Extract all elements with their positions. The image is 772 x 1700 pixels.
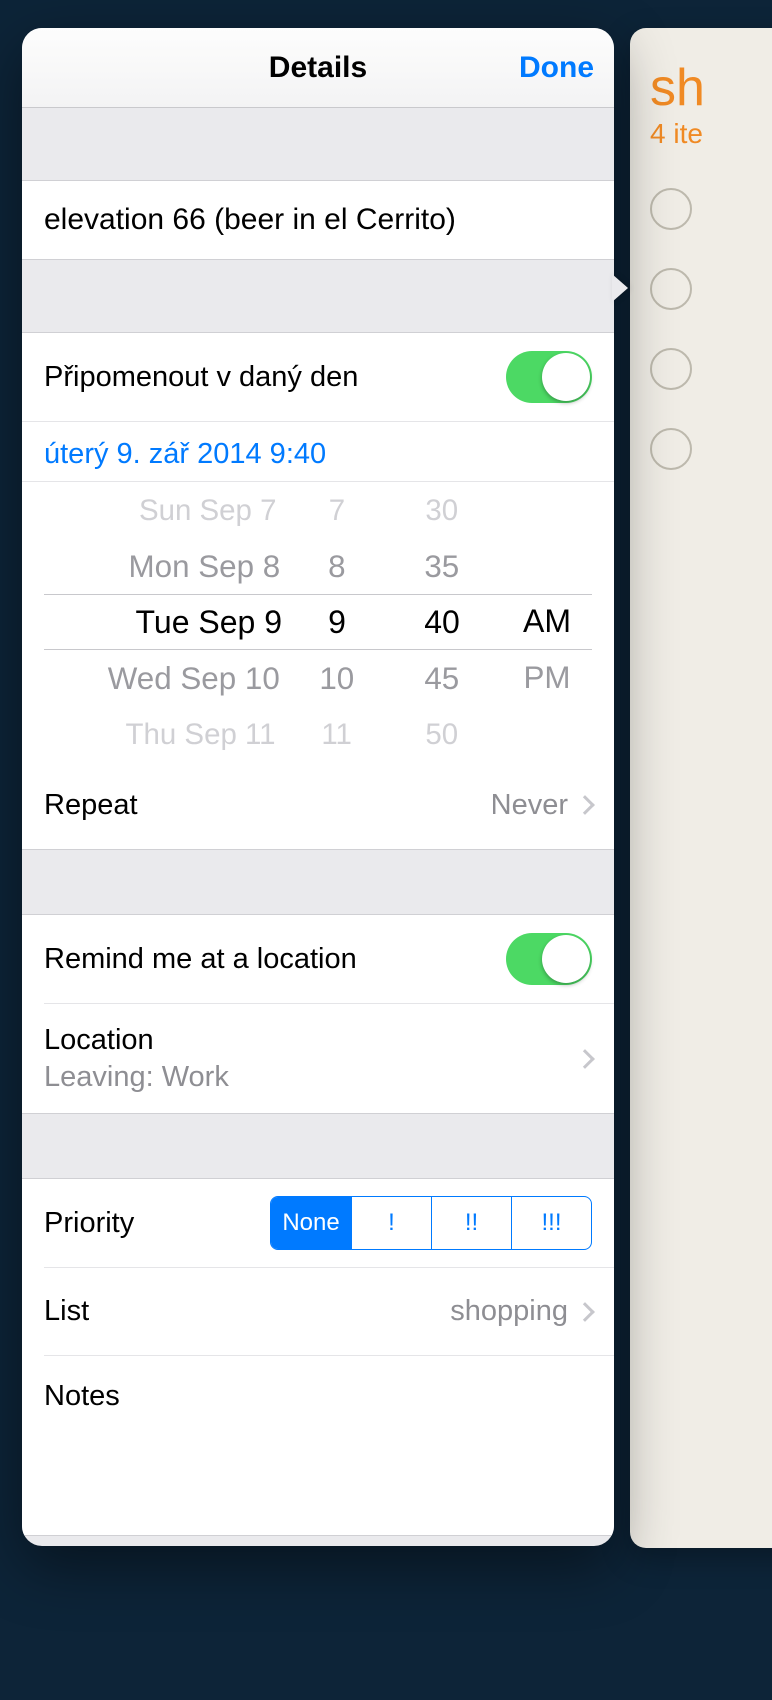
- chevron-right-icon: [575, 1049, 595, 1069]
- repeat-row[interactable]: Repeat Never: [22, 761, 614, 849]
- location-row[interactable]: Location Leaving: Work: [44, 1003, 614, 1113]
- repeat-value: Never: [491, 789, 568, 822]
- remind-on-day-label: Připomenout v daný den: [44, 361, 506, 394]
- priority-label: Priority: [44, 1207, 270, 1240]
- list-title: sh: [650, 58, 772, 118]
- picker-ampm-column[interactable]: AM PM: [492, 482, 602, 761]
- priority-option-high[interactable]: !!!: [511, 1197, 591, 1249]
- reminders-list-panel: sh 4 ite: [630, 28, 772, 1548]
- priority-option-none[interactable]: None: [271, 1197, 351, 1249]
- alarm-date-label[interactable]: úterý 9. zář 2014 9:40: [22, 421, 614, 481]
- notes-row[interactable]: Notes: [44, 1355, 614, 1535]
- repeat-label: Repeat: [44, 789, 491, 822]
- picker-hour-column[interactable]: 7 8 9 10 11: [292, 482, 382, 761]
- notes-label: Notes: [44, 1380, 592, 1413]
- list-label: List: [44, 1295, 450, 1328]
- reminder-checkbox[interactable]: [650, 428, 692, 470]
- list-value: shopping: [450, 1295, 568, 1328]
- reminder-checkbox[interactable]: [650, 188, 692, 230]
- chevron-right-icon: [575, 1302, 595, 1322]
- picker-minute-column[interactable]: 30 35 40 45 50: [392, 482, 492, 761]
- priority-option-low[interactable]: !: [351, 1197, 431, 1249]
- list-count: 4 ite: [650, 118, 772, 150]
- popover-pointer: [612, 274, 628, 302]
- reminder-title-field[interactable]: elevation 66 (beer in el Cerrito): [22, 181, 614, 259]
- done-button[interactable]: Done: [519, 28, 594, 107]
- reminder-checkbox[interactable]: [650, 268, 692, 310]
- navbar: Details Done: [22, 28, 614, 108]
- remind-on-day-toggle[interactable]: [506, 351, 592, 403]
- remind-at-location-label: Remind me at a location: [44, 943, 506, 976]
- location-detail: Leaving: Work: [44, 1061, 578, 1094]
- chevron-right-icon: [575, 795, 595, 815]
- remind-at-location-toggle[interactable]: [506, 933, 592, 985]
- priority-segmented[interactable]: None ! !! !!!: [270, 1196, 592, 1250]
- navbar-title: Details: [269, 51, 367, 85]
- picker-date-column[interactable]: Sun Sep 7 Mon Sep 8 Tue Sep 9 Wed Sep 10…: [22, 482, 292, 761]
- reminder-checkboxes: [650, 188, 772, 470]
- remind-on-day-row: Připomenout v daný den: [22, 333, 614, 421]
- details-popover: Details Done elevation 66 (beer in el Ce…: [22, 28, 614, 1546]
- datetime-picker[interactable]: Sun Sep 7 Mon Sep 8 Tue Sep 9 Wed Sep 10…: [22, 481, 614, 761]
- location-label: Location: [44, 1024, 578, 1057]
- priority-row: Priority None ! !! !!!: [22, 1179, 614, 1267]
- list-row[interactable]: List shopping: [44, 1267, 614, 1355]
- priority-option-medium[interactable]: !!: [431, 1197, 511, 1249]
- remind-at-location-row: Remind me at a location: [22, 915, 614, 1003]
- reminder-checkbox[interactable]: [650, 348, 692, 390]
